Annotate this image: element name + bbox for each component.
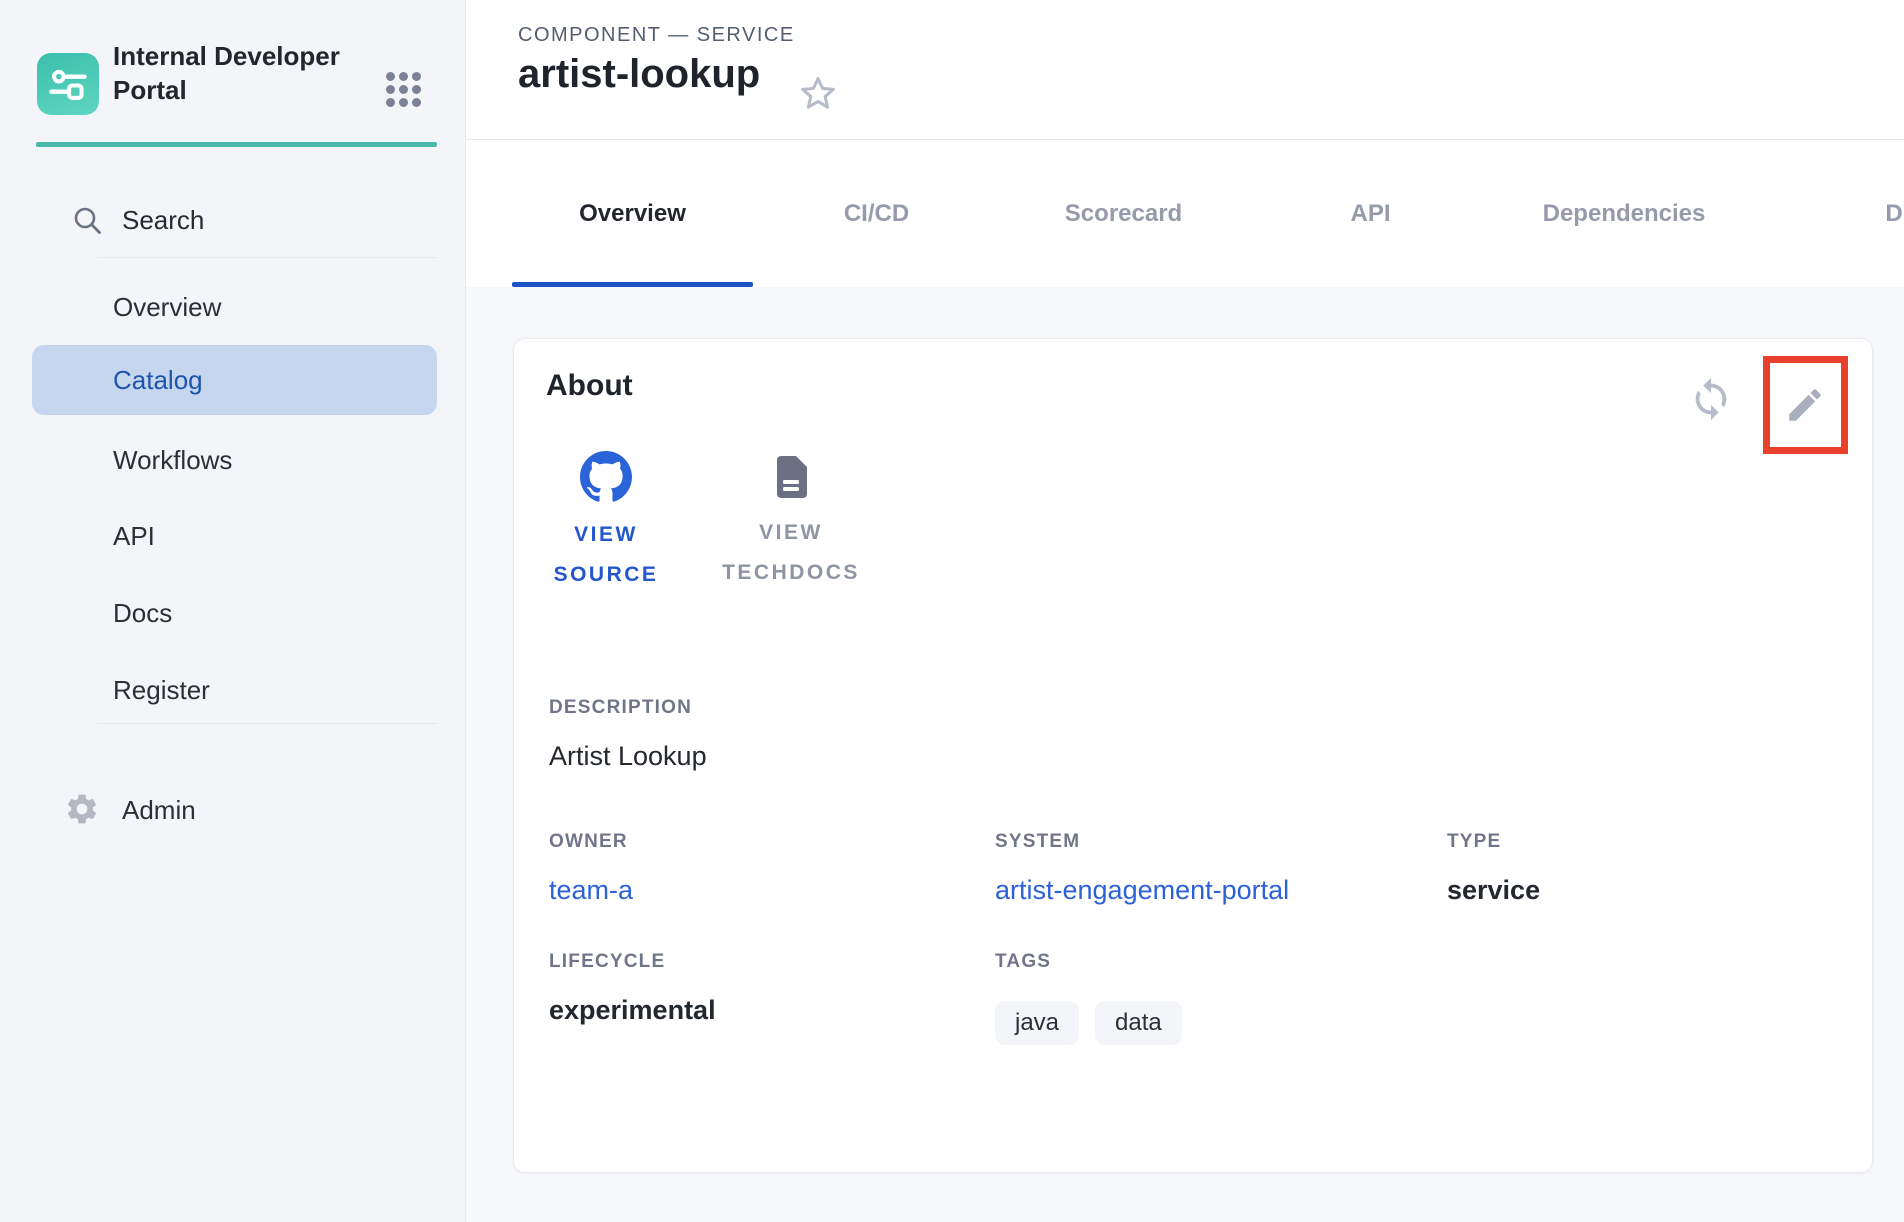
- about-heading: About: [546, 369, 633, 403]
- favorite-button[interactable]: [796, 72, 840, 116]
- tab-cicd[interactable]: CI/CD: [753, 140, 1000, 287]
- field-type: TYPE service: [1447, 830, 1540, 907]
- field-tags: TAGS java data: [995, 950, 1182, 1045]
- view-source-label: VIEW: [574, 515, 638, 555]
- tab-api[interactable]: API: [1247, 140, 1494, 287]
- brand-accent-rule: [36, 142, 437, 147]
- field-label: TAGS: [995, 950, 1182, 974]
- sidebar-item-label: Register: [113, 675, 210, 706]
- sidebar-item-label: Catalog: [113, 365, 203, 396]
- app-title: Internal Developer Portal: [113, 39, 363, 107]
- search-label: Search: [122, 205, 204, 236]
- tab-scorecard[interactable]: Scorecard: [1000, 140, 1247, 287]
- field-label: DESCRIPTION: [549, 696, 707, 720]
- sidebar-item-register[interactable]: Register: [0, 662, 466, 718]
- tag-chip: java: [995, 1001, 1079, 1045]
- view-source-link[interactable]: VIEW SOURCE: [536, 451, 676, 595]
- owner-link[interactable]: team-a: [549, 873, 633, 907]
- gear-icon: [64, 791, 100, 827]
- sidebar-item-api[interactable]: API: [0, 508, 466, 564]
- refresh-button[interactable]: [1688, 376, 1734, 422]
- sidebar-item-label: Docs: [113, 598, 172, 629]
- view-source-label: SOURCE: [554, 555, 659, 595]
- tab-dependencies[interactable]: Dependencies: [1494, 140, 1754, 287]
- field-owner: OWNER team-a: [549, 830, 633, 907]
- field-label: OWNER: [549, 830, 633, 854]
- view-techdocs-label: TECHDOCS: [722, 553, 860, 593]
- view-techdocs-link[interactable]: VIEW TECHDOCS: [706, 451, 876, 593]
- sidebar-divider: [97, 257, 437, 258]
- search-icon: [71, 204, 105, 238]
- field-label: TYPE: [1447, 830, 1540, 854]
- sidebar-item-overview[interactable]: Overview: [0, 279, 466, 335]
- pencil-icon: [1784, 384, 1826, 426]
- admin-label: Admin: [122, 795, 196, 826]
- description-value: Artist Lookup: [549, 739, 707, 773]
- sliders-icon: [46, 62, 90, 106]
- sidebar-item-label: Workflows: [113, 445, 232, 476]
- sidebar-divider: [97, 723, 437, 724]
- field-label: SYSTEM: [995, 830, 1289, 854]
- document-icon: [773, 454, 809, 500]
- sidebar-item-docs[interactable]: Docs: [0, 585, 466, 641]
- tab-overview[interactable]: Overview: [512, 140, 753, 287]
- tab-content: About VIEW SOURCE: [466, 287, 1904, 1222]
- about-card: About VIEW SOURCE: [513, 338, 1873, 1173]
- portal-logo-icon[interactable]: [37, 53, 99, 115]
- field-system: SYSTEM artist-engagement-portal: [995, 830, 1289, 907]
- field-label: LIFECYCLE: [549, 950, 716, 974]
- main-area: COMPONENT — SERVICE artist-lookup Overvi…: [466, 0, 1904, 1222]
- entity-tabs: Overview CI/CD Scorecard API Dependencie…: [512, 140, 1904, 287]
- star-outline-icon: [796, 72, 840, 116]
- sidebar-item-admin[interactable]: Admin: [0, 782, 466, 838]
- breadcrumb: COMPONENT — SERVICE: [518, 24, 795, 47]
- app-root: Internal Developer Portal Search Overvie…: [0, 0, 1904, 1222]
- page-title: artist-lookup: [518, 52, 760, 97]
- system-link[interactable]: artist-engagement-portal: [995, 873, 1289, 907]
- field-lifecycle: LIFECYCLE experimental: [549, 950, 716, 1027]
- sidebar-item-label: API: [113, 521, 155, 552]
- tag-chip: data: [1095, 1001, 1182, 1045]
- type-value: service: [1447, 873, 1540, 907]
- tag-chips: java data: [995, 1001, 1182, 1045]
- lifecycle-value: experimental: [549, 993, 716, 1027]
- view-techdocs-label: VIEW: [759, 513, 823, 553]
- edit-button[interactable]: [1784, 384, 1826, 426]
- github-icon: [580, 451, 632, 503]
- refresh-sync-icon: [1688, 376, 1734, 422]
- apps-grid-icon[interactable]: [386, 72, 422, 108]
- sidebar: Internal Developer Portal Search Overvie…: [0, 0, 466, 1222]
- sidebar-item-workflows[interactable]: Workflows: [0, 432, 466, 488]
- tab-docs-truncated[interactable]: D: [1754, 140, 1904, 287]
- sidebar-search[interactable]: Search: [0, 192, 466, 248]
- sidebar-item-label: Overview: [113, 292, 221, 323]
- sidebar-item-catalog[interactable]: Catalog: [32, 345, 437, 415]
- field-description: DESCRIPTION Artist Lookup: [549, 696, 707, 773]
